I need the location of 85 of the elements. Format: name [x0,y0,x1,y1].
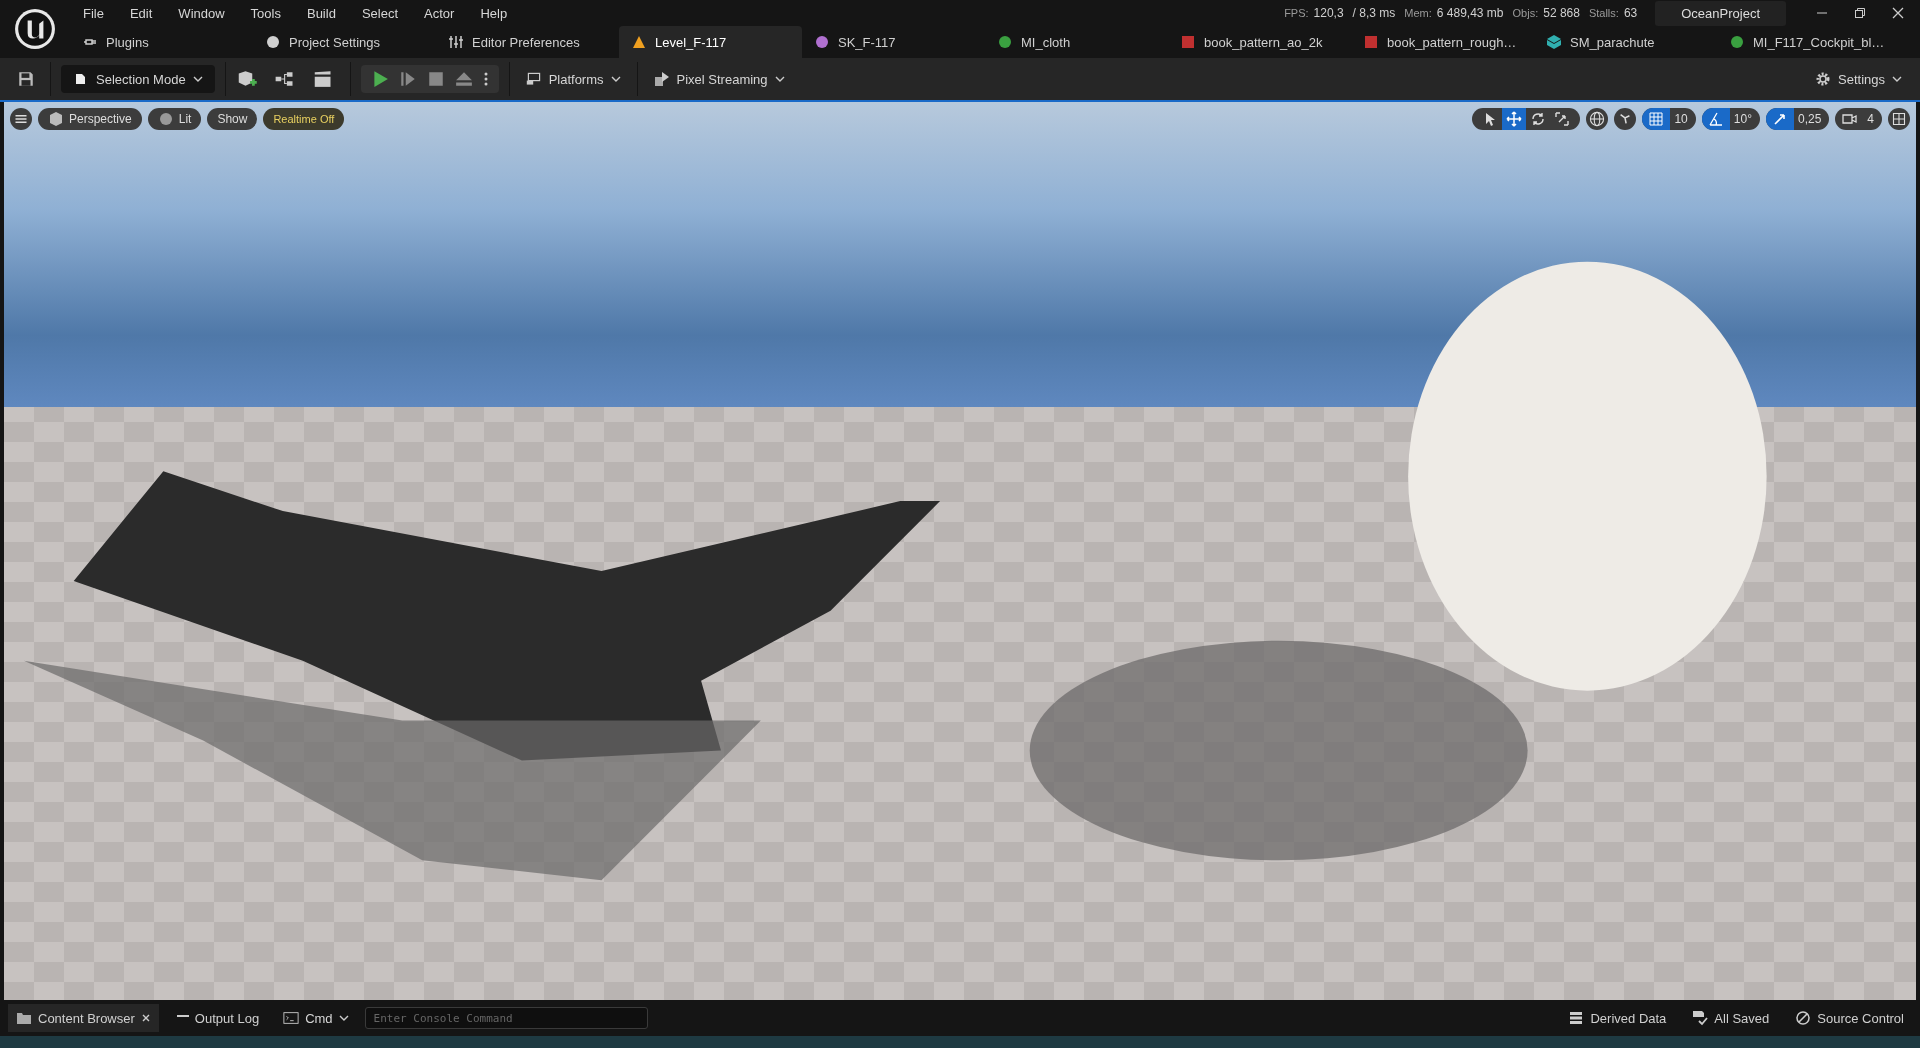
sphere-icon [157,111,174,127]
eject-icon[interactable] [454,70,473,88]
caret-icon [192,76,203,82]
document-tab[interactable]: Plugins [70,26,253,58]
server-icon [1568,1010,1585,1026]
tool-glyph-icon [1506,111,1523,127]
cube-icon [48,111,64,127]
move-tool-icon[interactable] [1502,108,1527,130]
snap-setting[interactable]: 10° [1701,108,1760,130]
menu-item[interactable]: Window [165,5,238,21]
stat-value: 6 489,43 mb [1436,6,1504,20]
snap-setting[interactable]: 4 [1835,108,1882,130]
menu-icon[interactable] [10,108,32,130]
realtime-toggle[interactable]: Realtime Off [263,108,345,130]
platforms-dropdown[interactable]: Platforms [519,66,627,92]
log-icon [176,1014,189,1017]
source-status-button[interactable]: Source Control [1787,1010,1912,1026]
panel-tab[interactable]: Output Log [168,1004,268,1032]
step-icon[interactable] [398,70,417,88]
stat-label: FPS: [1284,7,1309,19]
selection-mode-dropdown[interactable]: Selection Mode [61,65,215,93]
menu-item[interactable]: Help [467,5,521,21]
stat-value: 52 868 [1543,6,1580,20]
stat-value: 120,3 [1313,6,1344,20]
derived-status-button[interactable]: Derived Data [1560,1010,1675,1026]
grid-snap-icon[interactable] [1642,108,1671,130]
restore-icon[interactable] [1854,7,1866,19]
caret-icon [774,76,785,82]
snap-glyph-icon [1648,111,1665,127]
monitor-icon [525,71,542,87]
document-tab[interactable]: MI_cloth [985,26,1168,58]
show-button[interactable]: Show [207,108,258,130]
tool-glyph-icon [1530,111,1547,127]
stat-label: Mem: [1404,7,1432,19]
caret-icon [1892,76,1902,82]
menu-item[interactable]: Select [348,5,412,21]
snap-glyph-icon [1707,111,1724,127]
settings-dropdown[interactable]: Settings [1809,66,1908,92]
lit-button[interactable]: Lit [147,108,202,130]
mesh-icon [1546,34,1562,50]
viewport-render[interactable] [4,102,1916,1000]
pixel-streaming-dropdown[interactable]: Pixel Streaming [647,66,791,92]
console-command-field[interactable]: Enter Console Command [364,1007,648,1029]
document-tab[interactable]: book_pattern_ao_2k [1168,26,1351,58]
saved-status-button[interactable]: All Saved [1684,1010,1778,1026]
snap-glyph-icon [1841,111,1858,127]
document-tab[interactable]: SM_parachute [1534,26,1717,58]
stat-label: Objs: [1512,7,1539,19]
streaming-icon [653,71,670,87]
more-options-icon[interactable] [482,70,489,88]
terminal-icon [283,1010,300,1026]
snap-setting[interactable]: 0,25 [1765,108,1830,130]
caret-icon [610,76,621,82]
close-tab-icon[interactable] [140,1013,151,1023]
engine-logo-icon[interactable] [14,8,56,50]
menu-item[interactable]: Tools [237,5,294,21]
stat-label: Stalls: [1588,7,1619,19]
level-icon [631,34,647,50]
stat-value: 63 [1623,6,1638,20]
document-tab[interactable]: Project Settings [253,26,436,58]
stop-icon[interactable] [426,70,445,88]
document-tab[interactable]: Level_F-117 [619,26,802,58]
caret-icon [338,1015,349,1021]
document-tab[interactable]: book_pattern_rough… [1351,26,1534,58]
menu-item[interactable]: Build [293,5,349,21]
prohibited-icon [1795,1010,1812,1026]
globe-icon[interactable] [1586,108,1609,130]
menu-item[interactable]: Actor [411,5,468,21]
cmd-dropdown[interactable]: Cmd [277,1009,355,1027]
panel-tab[interactable]: Content Browser [8,1004,159,1032]
document-tab[interactable]: Editor Preferences [436,26,619,58]
perspective-button[interactable]: Perspective [38,108,142,130]
project-name: OceanProject [1655,0,1786,26]
document-tab[interactable]: SK_F-117 [802,26,985,58]
layout-icon[interactable] [1888,108,1910,130]
sliders-icon [448,34,464,50]
close-icon[interactable] [1892,7,1904,19]
menu-item[interactable]: File [70,5,117,21]
tool-glyph-icon [1554,111,1571,127]
document-tab[interactable]: MI_F117_Cockpit_bl… [1717,26,1900,58]
folder-icon [16,1010,32,1026]
menu-item[interactable]: Edit [116,5,166,21]
stat-value: / 8,3 ms [1352,6,1396,20]
saved-check-icon [1692,1010,1709,1026]
snap-setting[interactable]: 10 [1642,108,1696,130]
